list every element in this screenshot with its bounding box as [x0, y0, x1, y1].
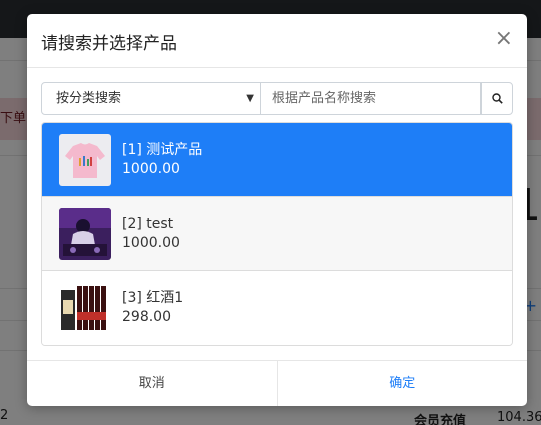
- search-button[interactable]: [481, 82, 513, 115]
- product-thumbnail-wine: [59, 282, 111, 334]
- category-select[interactable]: 按分类搜索 ▼: [41, 82, 261, 115]
- close-icon[interactable]: ×: [495, 26, 513, 52]
- product-thumbnail-dj: [59, 207, 111, 260]
- modal-title: 请搜索并选择产品: [41, 34, 177, 54]
- product-thumbnail-sweater: [59, 133, 111, 186]
- product-price: 298.00: [122, 309, 171, 325]
- search-bar: 按分类搜索 ▼: [41, 82, 513, 115]
- product-price: 1000.00: [122, 160, 180, 177]
- modal-header: 请搜索并选择产品 ×: [27, 14, 527, 68]
- product-name: [2] test: [122, 215, 174, 232]
- product-list: [1] 测试产品 1000.00 [2] test 1000.00 [3] 红酒…: [41, 122, 513, 346]
- product-text: [1] 测试产品 1000.00: [122, 141, 202, 179]
- product-price: 1000.00: [122, 234, 180, 251]
- product-name: [1] 测试产品: [122, 141, 203, 158]
- cancel-button[interactable]: 取消: [27, 361, 278, 406]
- category-select-value: 按分类搜索: [56, 91, 122, 106]
- product-select-modal: 请搜索并选择产品 × 按分类搜索 ▼ 根据产品名称搜索 [1] 测试产品 100…: [27, 14, 527, 406]
- product-item[interactable]: [1] 测试产品 1000.00: [42, 123, 512, 197]
- product-item[interactable]: [2] test 1000.00: [42, 197, 512, 271]
- confirm-button[interactable]: 确定: [278, 361, 528, 406]
- product-name: [3] 红酒1: [122, 290, 184, 306]
- search-icon: [491, 93, 503, 104]
- product-text: [3] 红酒1 298.00: [122, 289, 183, 327]
- modal-footer: 取消 确定: [27, 360, 527, 406]
- caret-down-icon: ▼: [246, 93, 254, 104]
- product-text: [2] test 1000.00: [122, 215, 180, 253]
- product-search-input[interactable]: [261, 82, 481, 115]
- product-item[interactable]: [3] 红酒1 298.00: [42, 271, 512, 345]
